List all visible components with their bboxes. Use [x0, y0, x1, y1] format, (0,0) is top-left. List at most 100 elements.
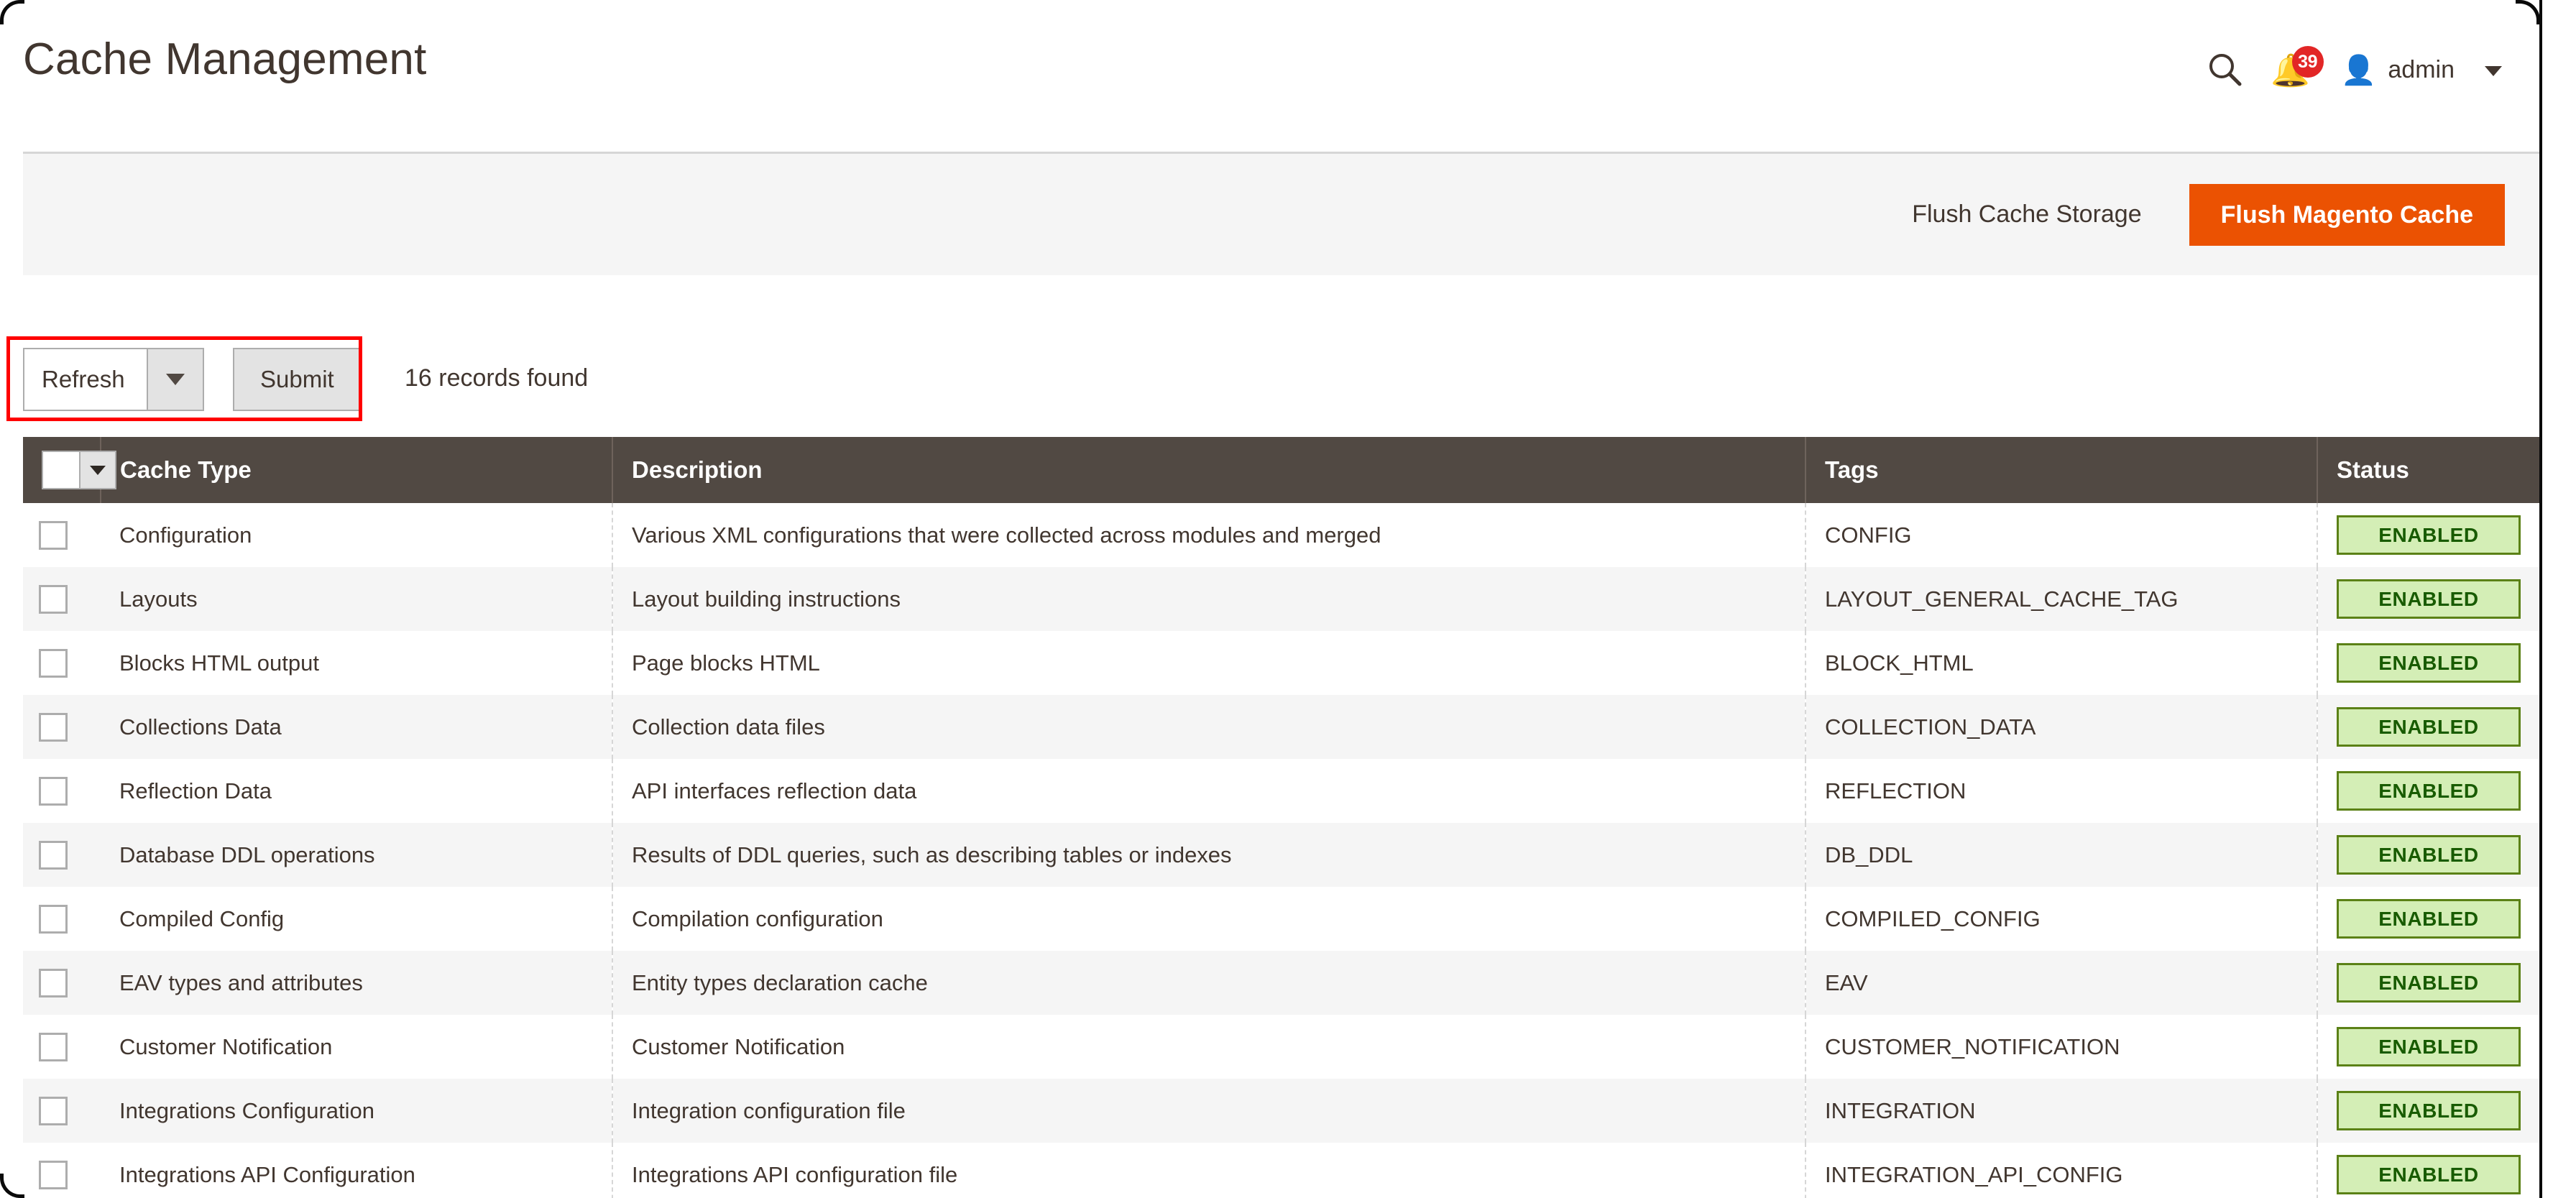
mass-action-select[interactable]: Refresh — [23, 348, 204, 411]
cell-description: API interfaces reflection data — [612, 759, 1806, 823]
status-badge: ENABLED — [2337, 707, 2521, 747]
cell-status: ENABLED — [2317, 503, 2539, 567]
records-found-count: 16 records found — [405, 364, 589, 392]
page-actions-bar: Flush Cache Storage Flush Magento Cache — [23, 152, 2539, 275]
cell-description: Customer Notification — [612, 1015, 1806, 1079]
table-row[interactable]: Collections Data Collection data files COL… — [23, 695, 2539, 759]
table-row[interactable]: Customer Notification Customer Notificati… — [23, 1015, 2539, 1079]
cell-description: Page blocks HTML — [612, 631, 1806, 695]
cell-status: ENABLED — [2317, 951, 2539, 1015]
row-checkbox[interactable] — [39, 520, 68, 550]
column-header-cache-type[interactable]: Cache Type — [101, 437, 613, 503]
cell-status: ENABLED — [2317, 567, 2539, 631]
row-select-cell — [23, 823, 101, 887]
cell-description: Compilation configuration — [612, 887, 1806, 951]
cell-tags: DB_DDL — [1806, 823, 2318, 887]
cell-description: Entity types declaration cache — [612, 951, 1806, 1015]
cell-cache-type: Reflection Data — [101, 759, 613, 823]
page-right-margin — [2539, 0, 2576, 1198]
cell-tags: COLLECTION_DATA — [1806, 695, 2318, 759]
column-header-description[interactable]: Description — [612, 437, 1806, 503]
cell-tags: CONFIG — [1806, 503, 2318, 567]
status-badge: ENABLED — [2337, 771, 2521, 811]
flush-magento-cache-button[interactable]: Flush Magento Cache — [2189, 183, 2505, 246]
cell-cache-type: Integrations API Configuration — [101, 1143, 613, 1198]
status-badge: ENABLED — [2337, 515, 2521, 555]
column-header-status[interactable]: Status — [2317, 437, 2539, 503]
status-badge: ENABLED — [2337, 643, 2521, 683]
row-checkbox[interactable] — [39, 1032, 68, 1061]
cell-cache-type: Blocks HTML output — [101, 631, 613, 695]
notifications-button[interactable]: 🔔 39 — [2253, 45, 2328, 95]
table-row[interactable]: Configuration Various XML configurations … — [23, 503, 2539, 567]
header-tools: 🔔 39 👤 admin — [2197, 45, 2502, 95]
notification-count-badge: 39 — [2291, 46, 2324, 78]
cell-tags: LAYOUT_GENERAL_CACHE_TAG — [1806, 567, 2318, 631]
cell-tags: COMPILED_CONFIG — [1806, 887, 2318, 951]
status-badge: ENABLED — [2337, 899, 2521, 939]
cell-description: Various XML configurations that were col… — [612, 503, 1806, 567]
page-right-border — [2539, 0, 2542, 1198]
cell-description: Layout building instructions — [612, 567, 1806, 631]
grid-mass-actions: Refresh Submit — [23, 345, 362, 414]
row-select-cell — [23, 567, 101, 631]
table-row[interactable]: EAV types and attributes Entity types dec… — [23, 951, 2539, 1015]
row-checkbox[interactable] — [39, 584, 68, 614]
cell-status: ENABLED — [2317, 1143, 2539, 1198]
chevron-down-icon[interactable] — [147, 349, 203, 410]
table-row[interactable]: Integrations Configuration Integration co… — [23, 1079, 2539, 1143]
cell-tags: CUSTOMER_NOTIFICATION — [1806, 1015, 2318, 1079]
column-header-tags[interactable]: Tags — [1806, 437, 2318, 503]
cell-cache-type: Integrations Configuration — [101, 1079, 613, 1143]
user-avatar-icon: 👤 — [2340, 55, 2377, 86]
status-badge: ENABLED — [2337, 579, 2521, 619]
row-checkbox[interactable] — [39, 712, 68, 742]
cell-cache-type: Configuration — [101, 503, 613, 567]
cell-status: ENABLED — [2317, 759, 2539, 823]
column-header-select — [23, 437, 116, 503]
cell-status: ENABLED — [2317, 1015, 2539, 1079]
row-checkbox[interactable] — [39, 968, 68, 997]
table-row[interactable]: Compiled Config Compilation configuration… — [23, 887, 2539, 951]
cell-status: ENABLED — [2317, 631, 2539, 695]
cache-management-page: Cache Management 🔔 39 👤 admin Flush Cach… — [0, 0, 2576, 1198]
row-checkbox[interactable] — [39, 648, 68, 678]
status-badge: ENABLED — [2337, 1091, 2521, 1130]
account-menu[interactable]: 👤 admin — [2328, 45, 2502, 95]
select-all-control[interactable] — [42, 451, 116, 489]
row-select-cell — [23, 631, 101, 695]
submit-button[interactable]: Submit — [233, 348, 362, 411]
table-row[interactable]: Integrations API Configuration Integratio… — [23, 1143, 2539, 1198]
cache-types-grid: Cache Type Description Tags Status Confi… — [23, 437, 2539, 1198]
table-header-row: Cache Type Description Tags Status — [23, 437, 2539, 503]
row-select-cell — [23, 759, 101, 823]
cell-tags: INTEGRATION_API_CONFIG — [1806, 1143, 2318, 1198]
search-icon[interactable] — [2197, 45, 2253, 95]
row-select-cell — [23, 951, 101, 1015]
table-row[interactable]: Reflection Data API interfaces reflection… — [23, 759, 2539, 823]
row-checkbox[interactable] — [39, 1096, 68, 1125]
table-row[interactable]: Layouts Layout building instructions LAYOU… — [23, 567, 2539, 631]
select-all-checkbox[interactable] — [43, 452, 79, 488]
cell-cache-type: Compiled Config — [101, 887, 613, 951]
cell-description: Collection data files — [612, 695, 1806, 759]
cell-tags: EAV — [1806, 951, 2318, 1015]
row-checkbox[interactable] — [39, 840, 68, 870]
table-row[interactable]: Database DDL operations Results of DDL qu… — [23, 823, 2539, 887]
cell-status: ENABLED — [2317, 1079, 2539, 1143]
row-checkbox[interactable] — [39, 1160, 68, 1189]
cell-description: Results of DDL queries, such as describi… — [612, 823, 1806, 887]
status-badge: ENABLED — [2337, 1027, 2521, 1066]
page-corner-bottom-left — [0, 1174, 24, 1198]
mass-action-selected-value: Refresh — [24, 349, 147, 410]
cell-tags: INTEGRATION — [1806, 1079, 2318, 1143]
cell-description: Integration configuration file — [612, 1079, 1806, 1143]
row-select-cell — [23, 503, 101, 567]
row-checkbox[interactable] — [39, 776, 68, 806]
status-badge: ENABLED — [2337, 835, 2521, 875]
page-title: Cache Management — [23, 34, 427, 84]
flush-cache-storage-button[interactable]: Flush Cache Storage — [1905, 188, 2148, 241]
table-row[interactable]: Blocks HTML output Page blocks HTML BLOCK_… — [23, 631, 2539, 695]
chevron-down-icon[interactable] — [79, 452, 115, 488]
row-checkbox[interactable] — [39, 904, 68, 934]
